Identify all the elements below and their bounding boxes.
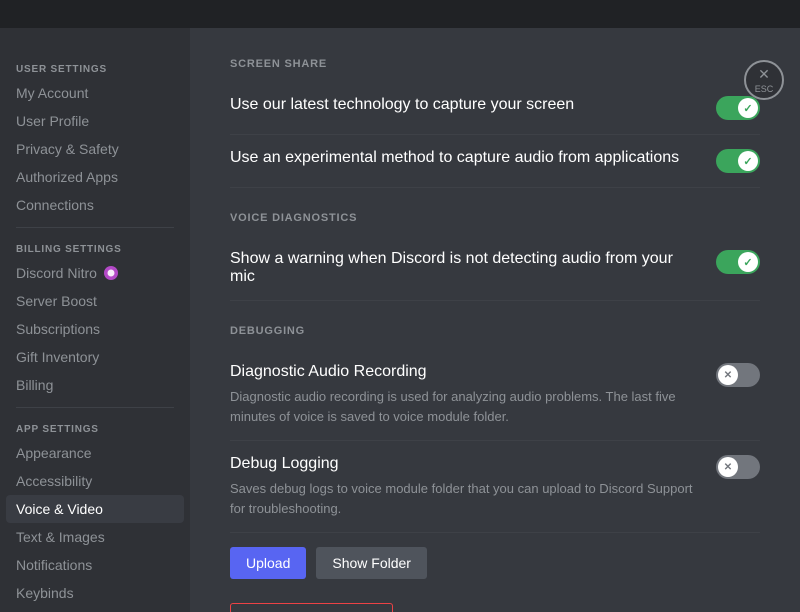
sidebar-item-discord-nitro[interactable]: Discord Nitro [6,259,184,287]
main-content: SCREEN SHARE Use our latest technology to… [190,28,800,612]
sidebar-item-text-images[interactable]: Text & Images [6,523,184,551]
close-icon: ✕ [758,66,770,83]
sidebar-item-label: Keybinds [16,585,74,601]
sidebar-item-voice-video[interactable]: Voice & Video [6,495,184,523]
section-screen-share: SCREEN SHARE Use our latest technology to… [230,58,760,188]
sidebar-section-label: USER SETTINGS [6,56,184,79]
reset-row: Reset Voice Settings [230,603,760,612]
sidebar-item-label: Discord Nitro [16,265,97,281]
setting-latest-tech: Use our latest technology to capture you… [230,82,760,135]
setting-debug-logging: Debug Logging Saves debug logs to voice m… [230,441,760,533]
check-icon: ✓ [743,155,752,168]
toggle-latest-tech[interactable]: ✓ [716,96,760,120]
toggle-knob-latest-tech: ✓ [738,98,758,118]
sidebar-item-label: Authorized Apps [16,169,118,185]
nitro-icon [103,265,119,281]
setting-control-debug-logging: ✕ [716,455,760,479]
sidebar-item-label: My Account [16,85,88,101]
esc-label: ESC [755,84,774,94]
x-icon: ✕ [724,370,732,381]
section-header-screen-share: SCREEN SHARE [230,58,760,70]
sidebar-item-label: User Profile [16,113,89,129]
sidebar-section-label: BILLING SETTINGS [6,236,184,259]
sidebar-item-gift-inventory[interactable]: Gift Inventory [6,343,184,371]
app-body: USER SETTINGS My Account User Profile Priva… [0,28,800,612]
sidebar-divider [16,407,174,408]
sidebar-item-label: Text & Images [16,529,105,545]
sidebar-item-appearance[interactable]: Appearance [6,439,184,467]
setting-label-experimental-audio: Use an experimental method to capture au… [230,149,696,167]
sidebar-item-subscriptions[interactable]: Subscriptions [6,315,184,343]
setting-label-warning-no-audio: Show a warning when Discord is not detec… [230,250,696,286]
section-voice-diagnostics: VOICE DIAGNOSTICS Show a warning when Dis… [230,212,760,301]
sidebar-item-keybinds[interactable]: Keybinds [6,579,184,607]
setting-diagnostic-audio: Diagnostic Audio Recording Diagnostic aud… [230,349,760,441]
section-debugging: DEBUGGINGDiagnostic Audio RecordingDiagn… [230,325,760,579]
sidebar-item-billing[interactable]: Billing [6,371,184,399]
setting-control-latest-tech: ✓ [716,96,760,120]
setting-text-debug-logging: Debug Logging Saves debug logs to voice m… [230,455,696,518]
setting-text-experimental-audio: Use an experimental method to capture au… [230,149,696,167]
setting-label-debug-logging: Debug Logging [230,455,696,473]
sidebar-item-authorized-apps[interactable]: Authorized Apps [6,163,184,191]
sidebar-item-label: Gift Inventory [16,349,99,365]
sidebar-item-label: Notifications [16,557,92,573]
debug-btn-row: Upload Show Folder [230,547,760,579]
sidebar-item-label: Privacy & Safety [16,141,119,157]
sidebar-item-notifications[interactable]: Notifications [6,551,184,579]
show-folder-button[interactable]: Show Folder [316,547,427,579]
toggle-knob-warning-no-audio: ✓ [738,252,758,272]
sidebar-item-label: Voice & Video [16,501,103,517]
setting-control-diagnostic-audio: ✕ [716,363,760,387]
esc-button[interactable]: ✕ ESC [744,60,784,100]
section-header-debugging: DEBUGGING [230,325,760,337]
toggle-diagnostic-audio[interactable]: ✕ [716,363,760,387]
sidebar-item-my-account[interactable]: My Account [6,79,184,107]
setting-label-diagnostic-audio: Diagnostic Audio Recording [230,363,696,381]
x-icon: ✕ [724,462,732,473]
check-icon: ✓ [743,256,752,269]
setting-experimental-audio: Use an experimental method to capture au… [230,135,760,188]
section-header-voice-diagnostics: VOICE DIAGNOSTICS [230,212,760,224]
sidebar-section-label: APP SETTINGS [6,416,184,439]
setting-control-experimental-audio: ✓ [716,149,760,173]
sidebar-item-label: Appearance [16,445,92,461]
setting-warning-no-audio: Show a warning when Discord is not detec… [230,236,760,301]
sidebar-item-label: Billing [16,377,53,393]
sidebar: USER SETTINGS My Account User Profile Priva… [0,28,190,612]
sidebar-item-privacy-safety[interactable]: Privacy & Safety [6,135,184,163]
setting-text-warning-no-audio: Show a warning when Discord is not detec… [230,250,696,286]
setting-control-warning-no-audio: ✓ [716,250,760,274]
setting-description-debug-logging: Saves debug logs to voice module folder … [230,479,696,518]
sidebar-item-connections[interactable]: Connections [6,191,184,219]
sidebar-item-server-boost[interactable]: Server Boost [6,287,184,315]
sidebar-item-accessibility[interactable]: Accessibility [6,467,184,495]
setting-description-diagnostic-audio: Diagnostic audio recording is used for a… [230,387,696,426]
toggle-debug-logging[interactable]: ✕ [716,455,760,479]
setting-label-latest-tech: Use our latest technology to capture you… [230,96,696,114]
reset-voice-settings-button[interactable]: Reset Voice Settings [230,603,393,612]
setting-text-latest-tech: Use our latest technology to capture you… [230,96,696,114]
sidebar-item-label: Subscriptions [16,321,100,337]
sidebar-item-label: Server Boost [16,293,97,309]
title-bar [0,0,800,28]
sidebar-item-label: Accessibility [16,473,92,489]
toggle-experimental-audio[interactable]: ✓ [716,149,760,173]
setting-text-diagnostic-audio: Diagnostic Audio Recording Diagnostic aud… [230,363,696,426]
sidebar-item-user-profile[interactable]: User Profile [6,107,184,135]
upload-button[interactable]: Upload [230,547,306,579]
toggle-knob-debug-logging: ✕ [718,457,738,477]
sidebar-divider [16,227,174,228]
toggle-knob-diagnostic-audio: ✕ [718,365,738,385]
toggle-knob-experimental-audio: ✓ [738,151,758,171]
toggle-warning-no-audio[interactable]: ✓ [716,250,760,274]
sidebar-item-label: Connections [16,197,94,213]
check-icon: ✓ [743,102,752,115]
